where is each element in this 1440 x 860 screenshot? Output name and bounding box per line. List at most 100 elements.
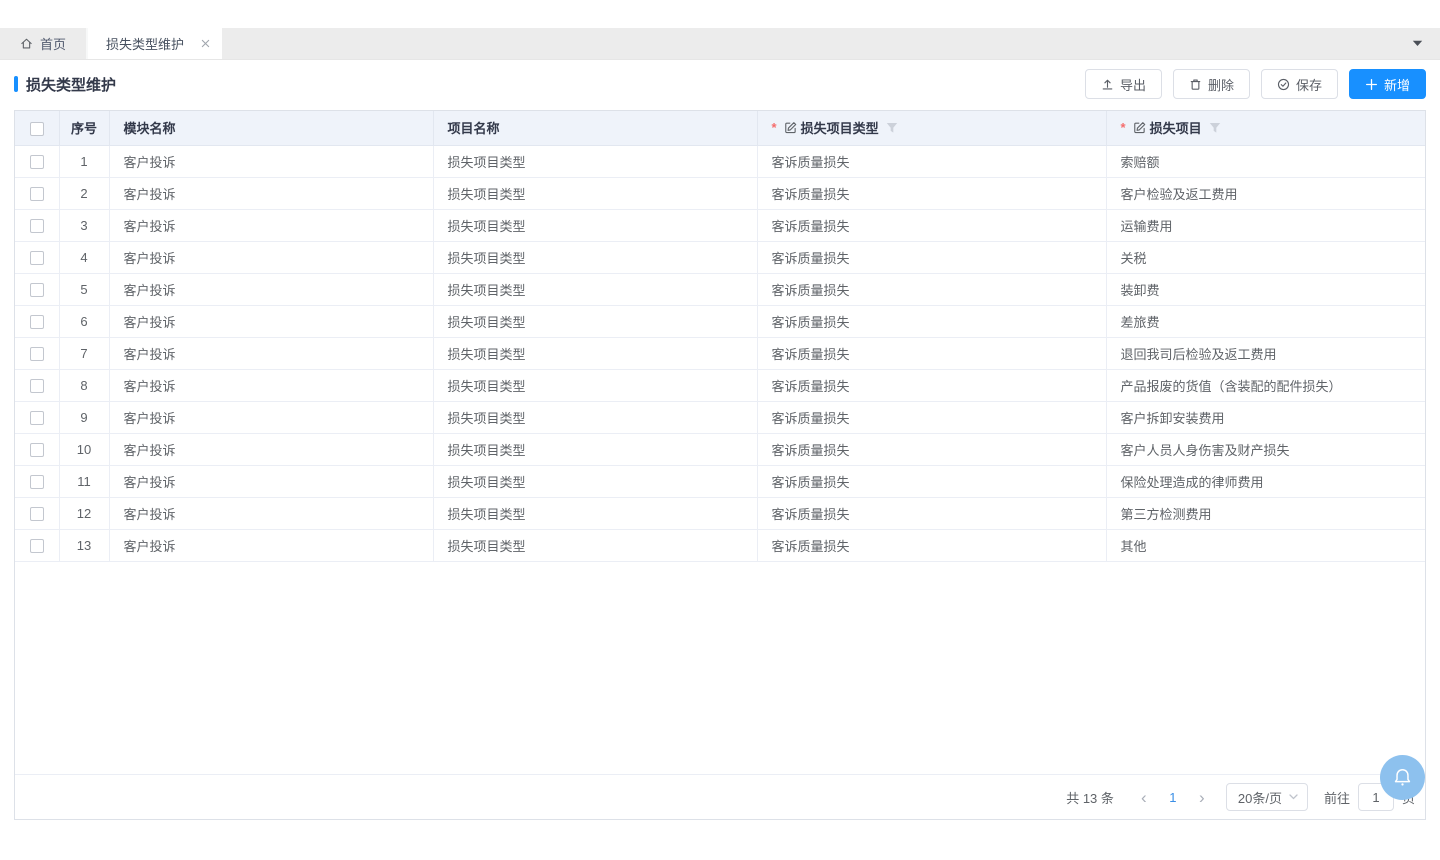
- row-checkbox-cell: [15, 241, 59, 273]
- row-loss-project-type[interactable]: 客诉质量损失: [757, 465, 1106, 497]
- caret-down-icon[interactable]: [1412, 40, 1440, 47]
- row-loss-project[interactable]: 关税: [1106, 241, 1425, 273]
- row-checkbox-cell: [15, 209, 59, 241]
- row-loss-project-type[interactable]: 客诉质量损失: [757, 401, 1106, 433]
- row-loss-project-type[interactable]: 客诉质量损失: [757, 369, 1106, 401]
- row-loss-project[interactable]: 保险处理造成的律师费用: [1106, 465, 1425, 497]
- row-loss-project-type[interactable]: 客诉质量损失: [757, 177, 1106, 209]
- row-index: 10: [59, 433, 109, 465]
- next-page-button[interactable]: ›: [1188, 789, 1216, 806]
- tab-bar: 首页 损失类型维护: [0, 28, 1440, 60]
- row-module-name: 客户投诉: [109, 497, 433, 529]
- header-checkbox-cell: [15, 111, 59, 145]
- row-loss-project[interactable]: 第三方检测费用: [1106, 497, 1425, 529]
- row-loss-project[interactable]: 产品报废的货值（含装配的配件损失）: [1106, 369, 1425, 401]
- row-loss-project[interactable]: 其他: [1106, 529, 1425, 561]
- delete-button[interactable]: 删除: [1173, 69, 1250, 99]
- row-loss-project[interactable]: 索赔额: [1106, 145, 1425, 177]
- row-checkbox[interactable]: [30, 155, 44, 169]
- row-loss-project[interactable]: 装卸费: [1106, 273, 1425, 305]
- row-checkbox[interactable]: [30, 251, 44, 265]
- row-module-name: 客户投诉: [109, 529, 433, 561]
- row-module-name: 客户投诉: [109, 145, 433, 177]
- export-button-label: 导出: [1120, 75, 1146, 94]
- row-loss-project-type[interactable]: 客诉质量损失: [757, 497, 1106, 529]
- table-row[interactable]: 13 客户投诉 损失项目类型 客诉质量损失 其他: [15, 529, 1425, 561]
- table-row[interactable]: 10 客户投诉 损失项目类型 客诉质量损失 客户人员人身伤害及财产损失: [15, 433, 1425, 465]
- header-loss-project-type-label: 损失项目类型: [801, 118, 879, 137]
- row-checkbox[interactable]: [30, 187, 44, 201]
- page-size-select[interactable]: 20条/页: [1226, 783, 1308, 811]
- row-checkbox[interactable]: [30, 475, 44, 489]
- row-module-name: 客户投诉: [109, 401, 433, 433]
- table-row[interactable]: 1 客户投诉 损失项目类型 客诉质量损失 索赔额: [15, 145, 1425, 177]
- row-checkbox[interactable]: [30, 379, 44, 393]
- table-row[interactable]: 11 客户投诉 损失项目类型 客诉质量损失 保险处理造成的律师费用: [15, 465, 1425, 497]
- row-checkbox[interactable]: [30, 283, 44, 297]
- close-icon[interactable]: [201, 39, 210, 48]
- table-row[interactable]: 12 客户投诉 损失项目类型 客诉质量损失 第三方检测费用: [15, 497, 1425, 529]
- header-project-name: 项目名称: [433, 111, 757, 145]
- row-checkbox[interactable]: [30, 507, 44, 521]
- tab-home[interactable]: 首页: [0, 28, 88, 59]
- select-all-checkbox[interactable]: [30, 122, 44, 136]
- save-button-label: 保存: [1296, 75, 1322, 94]
- row-project-name: 损失项目类型: [433, 529, 757, 561]
- row-loss-project-type[interactable]: 客诉质量损失: [757, 209, 1106, 241]
- loss-type-table-container: 序号 模块名称 项目名称 * 损失项目类型: [14, 110, 1426, 820]
- add-button[interactable]: 新增: [1349, 69, 1426, 99]
- row-project-name: 损失项目类型: [433, 465, 757, 497]
- row-loss-project[interactable]: 客户人员人身伤害及财产损失: [1106, 433, 1425, 465]
- row-loss-project[interactable]: 客户检验及返工费用: [1106, 177, 1425, 209]
- edit-icon: [1133, 121, 1146, 134]
- row-index: 1: [59, 145, 109, 177]
- row-loss-project-type[interactable]: 客诉质量损失: [757, 241, 1106, 273]
- row-checkbox[interactable]: [30, 539, 44, 553]
- prev-page-button[interactable]: ‹: [1130, 789, 1158, 806]
- table-row[interactable]: 6 客户投诉 损失项目类型 客诉质量损失 差旅费: [15, 305, 1425, 337]
- export-button[interactable]: 导出: [1085, 69, 1162, 99]
- row-loss-project-type[interactable]: 客诉质量损失: [757, 337, 1106, 369]
- filter-icon[interactable]: [1209, 122, 1221, 134]
- row-checkbox[interactable]: [30, 219, 44, 233]
- table-row[interactable]: 4 客户投诉 损失项目类型 客诉质量损失 关税: [15, 241, 1425, 273]
- row-module-name: 客户投诉: [109, 465, 433, 497]
- row-loss-project[interactable]: 客户拆卸安装费用: [1106, 401, 1425, 433]
- table-row[interactable]: 2 客户投诉 损失项目类型 客诉质量损失 客户检验及返工费用: [15, 177, 1425, 209]
- row-project-name: 损失项目类型: [433, 209, 757, 241]
- tab-loss-type-maintenance[interactable]: 损失类型维护: [88, 28, 222, 59]
- row-loss-project[interactable]: 退回我司后检验及返工费用: [1106, 337, 1425, 369]
- row-loss-project-type[interactable]: 客诉质量损失: [757, 305, 1106, 337]
- row-checkbox[interactable]: [30, 347, 44, 361]
- chevron-down-icon: [1289, 794, 1298, 800]
- row-checkbox-cell: [15, 465, 59, 497]
- row-checkbox[interactable]: [30, 315, 44, 329]
- table-row[interactable]: 9 客户投诉 损失项目类型 客诉质量损失 客户拆卸安装费用: [15, 401, 1425, 433]
- page-header: 损失类型维护 导出 删除 保存: [14, 60, 1426, 108]
- row-loss-project[interactable]: 运输费用: [1106, 209, 1425, 241]
- page-size-value: 20条/页: [1238, 788, 1282, 807]
- row-loss-project-type[interactable]: 客诉质量损失: [757, 433, 1106, 465]
- row-project-name: 损失项目类型: [433, 305, 757, 337]
- row-loss-project[interactable]: 差旅费: [1106, 305, 1425, 337]
- row-loss-project-type[interactable]: 客诉质量损失: [757, 145, 1106, 177]
- header-loss-project-label: 损失项目: [1150, 118, 1202, 137]
- save-button[interactable]: 保存: [1261, 69, 1338, 99]
- filter-icon[interactable]: [886, 122, 898, 134]
- row-project-name: 损失项目类型: [433, 401, 757, 433]
- tab-home-label: 首页: [40, 34, 66, 53]
- table-row[interactable]: 3 客户投诉 损失项目类型 客诉质量损失 运输费用: [15, 209, 1425, 241]
- pagination-bar: 共 13 条 ‹ 1 › 20条/页 前往 页: [15, 774, 1425, 819]
- row-checkbox-cell: [15, 145, 59, 177]
- row-index: 11: [59, 465, 109, 497]
- table-row[interactable]: 7 客户投诉 损失项目类型 客诉质量损失 退回我司后检验及返工费用: [15, 337, 1425, 369]
- row-loss-project-type[interactable]: 客诉质量损失: [757, 273, 1106, 305]
- table-row[interactable]: 8 客户投诉 损失项目类型 客诉质量损失 产品报废的货值（含装配的配件损失）: [15, 369, 1425, 401]
- table-row[interactable]: 5 客户投诉 损失项目类型 客诉质量损失 装卸费: [15, 273, 1425, 305]
- row-loss-project-type[interactable]: 客诉质量损失: [757, 529, 1106, 561]
- row-checkbox[interactable]: [30, 411, 44, 425]
- notification-bell-button[interactable]: [1380, 755, 1425, 800]
- row-checkbox[interactable]: [30, 443, 44, 457]
- row-checkbox-cell: [15, 177, 59, 209]
- current-page-number[interactable]: 1: [1158, 790, 1188, 805]
